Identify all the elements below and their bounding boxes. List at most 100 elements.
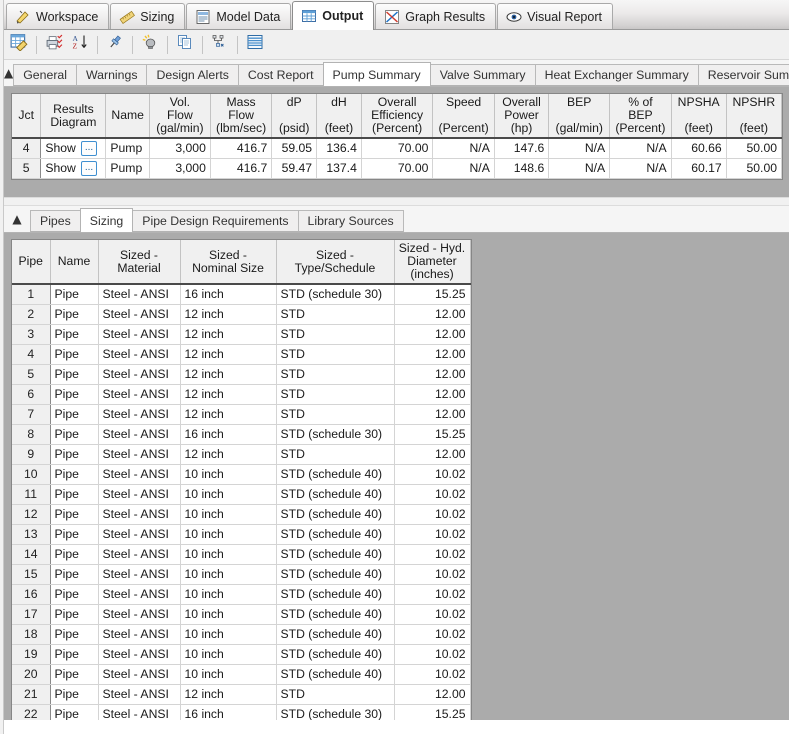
table-cell[interactable]: N/A (548, 138, 611, 159)
column-header[interactable]: Speed (Percent) (432, 94, 495, 139)
table-cell[interactable]: 50.00 (726, 138, 783, 159)
table-cell[interactable]: 50.00 (726, 158, 783, 179)
table-row[interactable]: 3 Pipe Steel - ANSI 12 inch STD 12.00 (12, 324, 471, 345)
material-cell[interactable]: Steel - ANSI (98, 484, 181, 505)
row-header-pipe[interactable]: 7 (12, 404, 51, 425)
name-cell[interactable]: Pipe (50, 604, 99, 625)
toolbar-button-sort-az[interactable]: AZ (67, 33, 93, 57)
nominal-size-cell[interactable]: 12 inch (180, 344, 277, 365)
name-cell[interactable]: Pipe (50, 324, 99, 345)
show-link[interactable]: Show (45, 140, 76, 157)
column-header[interactable]: Overall Efficiency (Percent) (361, 94, 434, 139)
nominal-size-cell[interactable]: 10 inch (180, 584, 277, 605)
row-header-pipe[interactable]: 14 (12, 544, 51, 565)
name-cell[interactable]: Pipe (50, 664, 99, 685)
nominal-size-cell[interactable]: 10 inch (180, 544, 277, 565)
type-schedule-cell[interactable]: STD (schedule 40) (276, 464, 395, 485)
toolbar-button-hierarchy[interactable] (207, 33, 233, 57)
table-row[interactable]: 15 Pipe Steel - ANSI 10 inch STD (schedule 4… (12, 564, 471, 585)
material-cell[interactable]: Steel - ANSI (98, 284, 181, 305)
row-header-pipe[interactable]: 2 (12, 304, 51, 325)
type-schedule-cell[interactable]: STD (schedule 40) (276, 664, 395, 685)
column-header[interactable]: Mass Flow (lbm/sec) (210, 94, 273, 139)
table-row[interactable]: 8 Pipe Steel - ANSI 16 inch STD (schedule 30… (12, 424, 471, 445)
name-cell[interactable]: Pipe (50, 704, 99, 720)
row-header-pipe[interactable]: 18 (12, 624, 51, 645)
nominal-size-cell[interactable]: 16 inch (180, 704, 277, 720)
nominal-size-cell[interactable]: 16 inch (180, 424, 277, 445)
name-cell[interactable]: Pipe (50, 304, 99, 325)
primary-tab-model-data[interactable]: Model Data (186, 3, 292, 29)
sizing-tab-library-sources[interactable]: Library Sources (297, 210, 404, 232)
sizing-collapse-button[interactable]: ▲ (4, 208, 30, 230)
output-tab-valve-summary[interactable]: Valve Summary (429, 64, 536, 86)
nominal-size-cell[interactable]: 10 inch (180, 484, 277, 505)
type-schedule-cell[interactable]: STD (schedule 40) (276, 524, 395, 545)
hyd-diameter-cell[interactable]: 10.02 (394, 624, 471, 645)
column-header[interactable]: Jct (12, 94, 42, 139)
row-header-pipe[interactable]: 1 (12, 284, 51, 305)
table-cell[interactable]: 60.66 (671, 138, 727, 159)
table-row[interactable]: 5 Show... Pump 3,000 416.7 59.47 137.4 70.00 N/A… (12, 158, 783, 179)
hyd-diameter-cell[interactable]: 15.25 (394, 704, 471, 720)
name-cell[interactable]: Pipe (50, 384, 99, 405)
material-cell[interactable]: Steel - ANSI (98, 564, 181, 585)
column-header[interactable]: Sized - Material (98, 240, 181, 285)
table-cell[interactable]: 70.00 (361, 138, 434, 159)
type-schedule-cell[interactable]: STD (276, 364, 395, 385)
hyd-diameter-cell[interactable]: 10.02 (394, 504, 471, 525)
type-schedule-cell[interactable]: STD (276, 404, 395, 425)
name-cell[interactable]: Pump (105, 158, 150, 179)
nominal-size-cell[interactable]: 12 inch (180, 324, 277, 345)
table-cell[interactable]: 137.4 (316, 158, 362, 179)
hyd-diameter-cell[interactable]: 10.02 (394, 524, 471, 545)
row-header-pipe[interactable]: 22 (12, 704, 51, 720)
table-cell[interactable]: 60.17 (671, 158, 727, 179)
column-header[interactable]: Name (50, 240, 99, 285)
table-cell[interactable]: N/A (432, 158, 495, 179)
table-row[interactable]: 21 Pipe Steel - ANSI 12 inch STD 12.00 (12, 684, 471, 705)
material-cell[interactable]: Steel - ANSI (98, 364, 181, 385)
table-row[interactable]: 10 Pipe Steel - ANSI 10 inch STD (schedule 4… (12, 464, 471, 485)
column-header[interactable]: Vol. Flow (gal/min) (149, 94, 211, 139)
hyd-diameter-cell[interactable]: 15.25 (394, 424, 471, 445)
table-cell[interactable]: 136.4 (316, 138, 362, 159)
output-tab-warnings[interactable]: Warnings (75, 64, 148, 86)
material-cell[interactable]: Steel - ANSI (98, 324, 181, 345)
hyd-diameter-cell[interactable]: 10.02 (394, 464, 471, 485)
name-cell[interactable]: Pipe (50, 544, 99, 565)
type-schedule-cell[interactable]: STD (276, 684, 395, 705)
type-schedule-cell[interactable]: STD (schedule 40) (276, 544, 395, 565)
column-header[interactable]: dH (feet) (316, 94, 362, 139)
nominal-size-cell[interactable]: 16 inch (180, 284, 277, 305)
material-cell[interactable]: Steel - ANSI (98, 664, 181, 685)
output-tab-design-alerts[interactable]: Design Alerts (146, 64, 239, 86)
table-row[interactable]: 2 Pipe Steel - ANSI 12 inch STD 12.00 (12, 304, 471, 325)
hyd-diameter-cell[interactable]: 12.00 (394, 344, 471, 365)
hyd-diameter-cell[interactable]: 10.02 (394, 484, 471, 505)
material-cell[interactable]: Steel - ANSI (98, 404, 181, 425)
name-cell[interactable]: Pipe (50, 584, 99, 605)
hyd-diameter-cell[interactable]: 10.02 (394, 664, 471, 685)
hyd-diameter-cell[interactable]: 12.00 (394, 684, 471, 705)
row-header-pipe[interactable]: 17 (12, 604, 51, 625)
primary-tab-graph-results[interactable]: Graph Results (375, 3, 497, 29)
table-row[interactable]: 17 Pipe Steel - ANSI 10 inch STD (schedule 4… (12, 604, 471, 625)
nominal-size-cell[interactable]: 12 inch (180, 404, 277, 425)
material-cell[interactable]: Steel - ANSI (98, 304, 181, 325)
primary-tab-output[interactable]: Output (292, 1, 375, 30)
output-tab-pump-summary[interactable]: Pump Summary (322, 62, 431, 87)
column-header[interactable]: NPSHR (feet) (726, 94, 783, 139)
type-schedule-cell[interactable]: STD (schedule 40) (276, 564, 395, 585)
nominal-size-cell[interactable]: 10 inch (180, 644, 277, 665)
table-cell[interactable]: N/A (432, 138, 495, 159)
hyd-diameter-cell[interactable]: 12.00 (394, 384, 471, 405)
sizing-grid[interactable]: Pipe Name Sized - Material Sized - Nominal Si… (11, 239, 472, 720)
hyd-diameter-cell[interactable]: 10.02 (394, 564, 471, 585)
material-cell[interactable]: Steel - ANSI (98, 604, 181, 625)
type-schedule-cell[interactable]: STD (schedule 40) (276, 484, 395, 505)
material-cell[interactable]: Steel - ANSI (98, 544, 181, 565)
material-cell[interactable]: Steel - ANSI (98, 644, 181, 665)
table-cell[interactable]: 148.6 (494, 158, 550, 179)
output-tab-heat-exchanger-summary[interactable]: Heat Exchanger Summary (534, 64, 699, 86)
